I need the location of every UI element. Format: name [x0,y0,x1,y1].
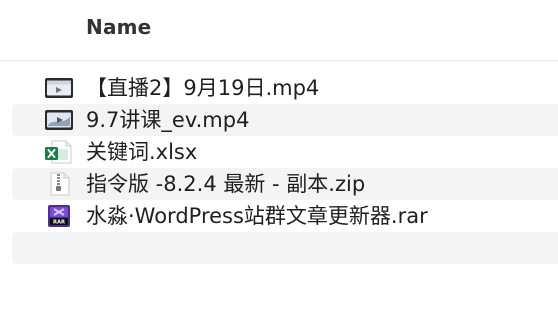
column-header: Name [0,0,558,61]
file-row[interactable]: 关键词.xlsx [0,136,558,168]
file-row[interactable]: 9.7讲课_ev.mp4 [0,104,558,136]
file-row[interactable]: 指令版 -8.2.4 最新 - 副本.zip [0,168,558,200]
file-name: 【直播2】9月19日.mp4 [86,76,320,100]
rar-file-icon: RAR [48,205,70,227]
file-row[interactable]: RAR 水淼·WordPress站群文章更新器.rar [0,200,558,232]
name-column-header[interactable]: Name [86,15,151,39]
video-file-icon [45,78,73,98]
file-name: 9.7讲课_ev.mp4 [86,108,250,132]
file-name: 指令版 -8.2.4 最新 - 副本.zip [86,172,366,196]
file-name: 水淼·WordPress站群文章更新器.rar [86,204,428,228]
empty-list-row [0,232,558,264]
video-file-icon [45,110,73,130]
file-name: 关键词.xlsx [86,140,198,164]
file-list: 【直播2】9月19日.mp4 9.7讲课_ev.mp4 关键词.xlsx 指令版… [0,72,558,264]
excel-file-icon [45,140,72,164]
finder-list-view: Name 【直播2】9月19日.mp4 9.7讲课_ev.mp4 关键词.xls… [0,0,558,312]
svg-text:RAR: RAR [53,220,65,226]
zip-file-icon [50,172,70,196]
file-row[interactable]: 【直播2】9月19日.mp4 [0,72,558,104]
